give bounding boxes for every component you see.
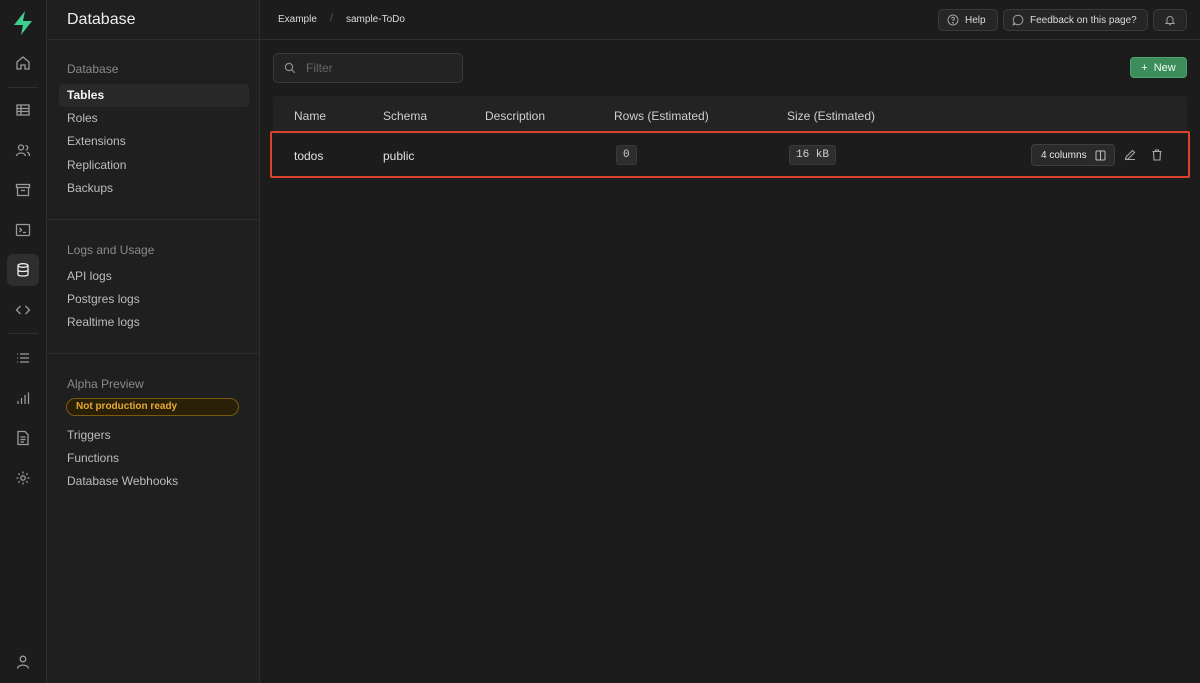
rail-divider [8, 87, 38, 88]
columns-icon [1095, 150, 1106, 160]
rows-estimated-cell: 0 [616, 145, 637, 165]
sidebar-item-api-logs[interactable]: API logs [59, 265, 249, 288]
icon-rail [0, 0, 47, 683]
sidebar-item-webhooks[interactable]: Database Webhooks [59, 470, 249, 493]
sidebar-item-realtime-logs[interactable]: Realtime logs [59, 311, 249, 334]
logs-icon[interactable] [7, 342, 39, 374]
help-label: Help [965, 14, 986, 26]
sidebar-item-extensions[interactable]: Extensions [59, 130, 249, 153]
new-table-button[interactable]: + New [1130, 57, 1187, 78]
notifications-button[interactable] [1153, 9, 1187, 31]
breadcrumb-separator: / [330, 12, 334, 24]
account-icon[interactable] [7, 646, 39, 678]
sidebar-divider [47, 353, 260, 354]
sidebar-item-postgres-logs[interactable]: Postgres logs [59, 288, 249, 311]
sidebar-item-roles[interactable]: Roles [59, 107, 249, 130]
database-icon[interactable] [7, 254, 39, 286]
storage-icon[interactable] [7, 174, 39, 206]
breadcrumb-project[interactable]: Example [278, 14, 317, 25]
sidebar-item-replication[interactable]: Replication [59, 154, 249, 177]
auth-users-icon[interactable] [7, 134, 39, 166]
docs-icon[interactable] [7, 422, 39, 454]
app-root: Database Database Tables Roles Extension… [0, 0, 1200, 683]
sql-editor-icon[interactable] [7, 214, 39, 246]
api-icon[interactable] [7, 294, 39, 326]
column-header-size: Size (Estimated) [787, 109, 876, 123]
message-circle-icon [1012, 14, 1024, 26]
column-header-rows: Rows (Estimated) [614, 109, 709, 123]
tables-table: Name Schema Description Rows (Estimated)… [270, 96, 1190, 178]
search-icon [284, 62, 296, 74]
column-header-name: Name [294, 109, 327, 123]
settings-icon[interactable] [7, 462, 39, 494]
feedback-button[interactable]: Feedback on this page? [1003, 9, 1148, 31]
table-name-cell[interactable]: todos [294, 149, 323, 163]
help-circle-icon [947, 14, 959, 26]
column-header-description: Description [485, 109, 546, 123]
view-columns-button[interactable]: 4 columns [1031, 144, 1115, 166]
help-button[interactable]: Help [938, 9, 998, 31]
supabase-logo-icon[interactable] [11, 10, 35, 36]
sidebar-title: Database [67, 11, 136, 28]
new-button-label: New [1153, 61, 1176, 74]
section-title-logs: Logs and Usage [67, 243, 155, 257]
plus-icon: + [1141, 61, 1148, 74]
columns-count-label: 4 columns [1041, 149, 1087, 161]
table-row[interactable]: todos public 0 16 kB 4 columns [270, 131, 1190, 178]
filter-field[interactable] [273, 53, 463, 83]
top-bar: Example / sample-ToDo Help Feedback on t… [260, 0, 1200, 40]
not-production-ready-badge: Not production ready [66, 398, 239, 416]
edit-icon[interactable] [1123, 148, 1137, 162]
sidebar-divider [47, 219, 260, 220]
table-header: Name Schema Description Rows (Estimated)… [273, 96, 1187, 134]
reports-icon[interactable] [7, 382, 39, 414]
table-editor-icon[interactable] [7, 94, 39, 126]
filter-input[interactable] [306, 61, 446, 75]
home-icon[interactable] [7, 47, 39, 79]
sidebar-item-functions[interactable]: Functions [59, 447, 249, 470]
database-sidebar: Database Database Tables Roles Extension… [47, 0, 260, 683]
breadcrumb-database[interactable]: sample-ToDo [346, 14, 405, 25]
section-title-database: Database [67, 62, 119, 76]
feedback-label: Feedback on this page? [1030, 14, 1137, 26]
rail-divider [8, 333, 38, 334]
delete-icon[interactable] [1150, 148, 1164, 162]
size-estimated-cell: 16 kB [789, 145, 837, 165]
section-title-alpha: Alpha Preview [67, 377, 144, 391]
sidebar-header: Database [47, 0, 259, 40]
sidebar-item-triggers[interactable]: Triggers [59, 424, 249, 447]
bell-icon [1164, 16, 1176, 26]
main-content: Example / sample-ToDo Help Feedback on t… [260, 0, 1200, 683]
sidebar-item-backups[interactable]: Backups [59, 177, 249, 200]
sidebar-item-tables[interactable]: Tables [59, 84, 249, 107]
schema-cell: public [383, 149, 415, 163]
column-header-schema: Schema [383, 109, 428, 123]
